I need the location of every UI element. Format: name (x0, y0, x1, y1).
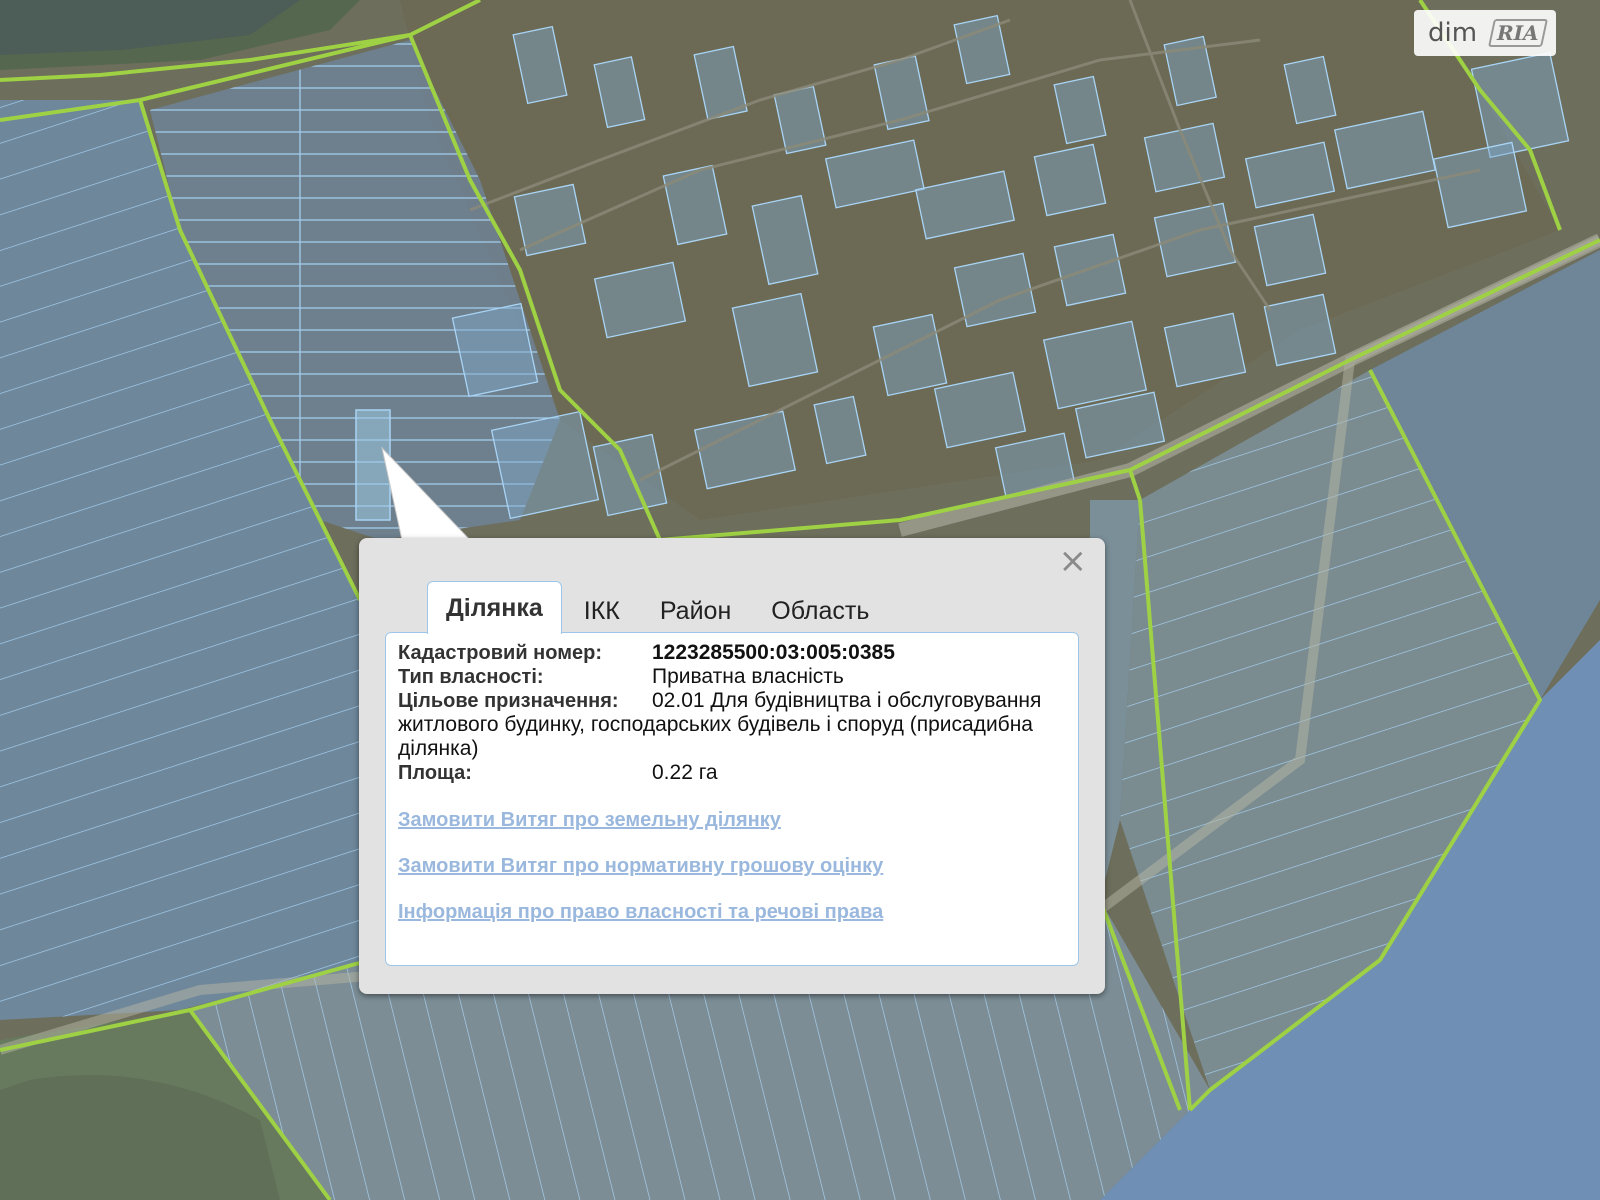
order-parcel-extract-link[interactable]: Замовити Витяг про земельну ділянку (398, 809, 1066, 832)
popup-links: Замовити Витяг про земельну ділянку Замо… (398, 809, 1066, 924)
area-value: 0.22 га (652, 761, 718, 784)
close-icon[interactable]: × (1059, 544, 1088, 578)
area-label: Площа: (398, 762, 472, 784)
cadastral-number-label: Кадастровий номер: (398, 642, 603, 664)
purpose-label: Цільове призначення: (398, 690, 619, 712)
order-valuation-extract-link[interactable]: Замовити Витяг про нормативну грошову оц… (398, 855, 1066, 878)
ownership-type-label: Тип власності: (398, 666, 544, 688)
area-row: Площа: 0.22 га (398, 761, 1066, 785)
tab-ikk[interactable]: ІКК (566, 589, 638, 633)
parcel-info-popup: × Ділянка ІКК Район Область Кадастровий … (359, 538, 1105, 994)
dimria-watermark-logo: dim RIA (1414, 10, 1556, 56)
cadastral-number-value: 1223285500:03:005:0385 (652, 641, 895, 664)
tab-district[interactable]: Район (642, 589, 749, 633)
ria-logo-icon: RIA (1488, 19, 1548, 47)
tab-region[interactable]: Область (753, 589, 887, 633)
ownership-type-row: Тип власності: Приватна власність (398, 665, 1066, 689)
popup-tabs: Ділянка ІКК Район Область (427, 580, 891, 634)
ownership-rights-info-link[interactable]: Інформація про право власності та речові… (398, 901, 1066, 924)
watermark-text: dim (1428, 18, 1478, 48)
parcel-details-panel: Кадастровий номер: 1223285500:03:005:038… (385, 632, 1079, 966)
tab-parcel[interactable]: Ділянка (427, 581, 562, 634)
ownership-type-value: Приватна власність (652, 665, 844, 688)
purpose-row: Цільове призначення: 02.01 Для будівництв… (398, 689, 1066, 761)
cadastral-number-row: Кадастровий номер: 1223285500:03:005:038… (398, 641, 1066, 665)
